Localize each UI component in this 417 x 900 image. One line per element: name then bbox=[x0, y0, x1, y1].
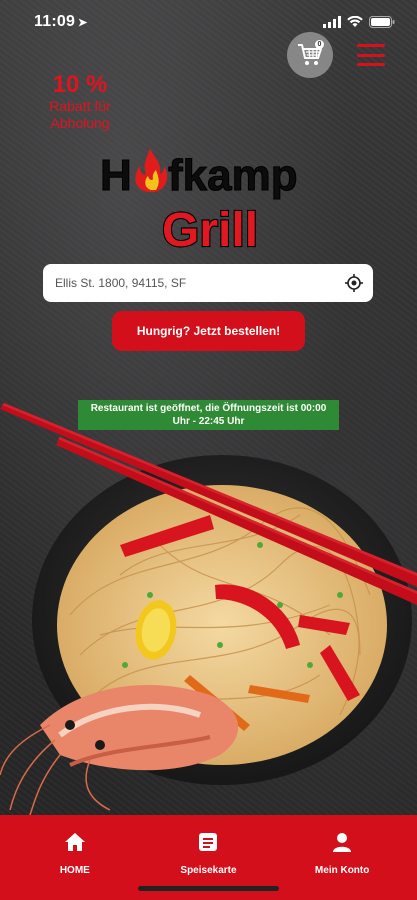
menu-line bbox=[357, 63, 385, 66]
home-indicator bbox=[138, 886, 279, 891]
logo-text-grill: Grill bbox=[162, 204, 258, 257]
discount-percent: 10 % bbox=[52, 71, 108, 98]
user-icon bbox=[333, 833, 352, 852]
hofkamp-grill-logo: H fkamp Grill bbox=[100, 148, 298, 258]
tab-mein-konto[interactable]: Mein Konto bbox=[287, 815, 397, 900]
logo-letter-h: H bbox=[100, 151, 132, 200]
flame-icon bbox=[135, 148, 168, 192]
discount-promo: 10 % Rabatt für Abholung bbox=[30, 72, 130, 132]
cart-count-badge: 0 bbox=[315, 40, 324, 49]
locate-me-icon[interactable] bbox=[345, 274, 363, 292]
clock: 11:09 bbox=[34, 13, 76, 30]
address-field[interactable] bbox=[43, 264, 373, 302]
battery-icon bbox=[369, 16, 395, 28]
cart-button[interactable]: 0 bbox=[287, 32, 333, 78]
opening-hours-banner: Restaurant ist geöffnet, die Öffnungszei… bbox=[78, 400, 339, 430]
order-now-button[interactable]: Hungrig? Jetzt bestellen! bbox=[112, 311, 305, 351]
status-bar: 11:09 ➤ bbox=[0, 0, 417, 44]
menu-line bbox=[357, 53, 385, 57]
tab-speisekarte-label: Speisekarte bbox=[180, 865, 237, 876]
wifi-icon bbox=[347, 16, 363, 27]
location-arrow-icon: ➤ bbox=[78, 17, 88, 29]
tab-mein-konto-label: Mein Konto bbox=[314, 865, 370, 876]
hamburger-menu-icon[interactable] bbox=[357, 44, 385, 66]
address-input[interactable] bbox=[55, 276, 345, 290]
menu-line bbox=[357, 44, 385, 47]
noodle-bowl-image bbox=[0, 403, 417, 815]
discount-text: Rabatt für Abholung bbox=[49, 98, 111, 131]
tab-home[interactable]: HOME bbox=[20, 815, 130, 900]
menu-list-icon bbox=[199, 833, 218, 851]
tab-home-label: HOME bbox=[59, 865, 90, 876]
signal-icon bbox=[323, 16, 341, 28]
status-time: 11:09 ➤ bbox=[34, 13, 87, 31]
logo-text-fkamp: fkamp bbox=[168, 151, 298, 200]
home-icon bbox=[64, 833, 85, 851]
status-icons bbox=[323, 16, 395, 28]
